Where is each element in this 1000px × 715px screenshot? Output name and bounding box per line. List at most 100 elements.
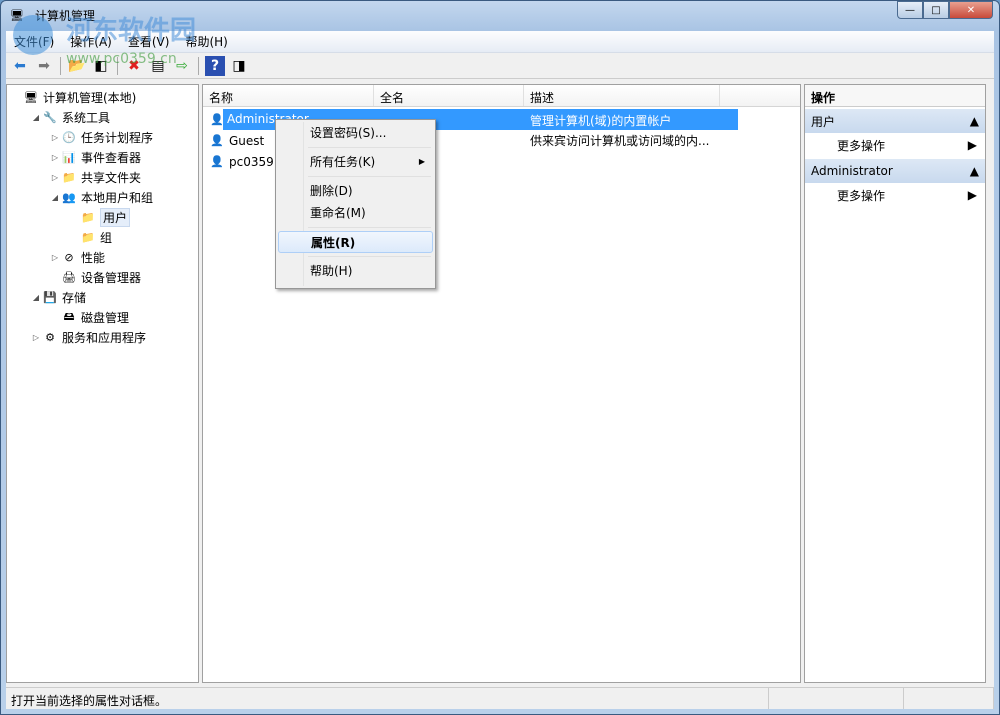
- tree-node-icon: 🖴: [61, 309, 77, 325]
- window-title: 计算机管理: [35, 7, 95, 24]
- tree-item-label: 任务计划程序: [81, 129, 153, 146]
- menu-item-set-password[interactable]: 设置密码(S)...: [278, 122, 433, 144]
- actions-title: 操作: [805, 85, 985, 107]
- collapse-icon[interactable]: ▲: [970, 164, 979, 178]
- status-text: 打开当前选择的属性对话框。: [6, 688, 769, 709]
- submenu-arrow-icon: ▶: [968, 188, 977, 202]
- menu-help[interactable]: 帮助(H): [177, 33, 235, 50]
- show-hide-action-pane-icon[interactable]: ◨: [229, 56, 249, 76]
- tree-node-icon: ⊘: [61, 249, 77, 265]
- tree-node-icon: ⚙: [42, 329, 58, 345]
- collapse-icon[interactable]: ▲: [970, 114, 979, 128]
- more-actions-administrator[interactable]: 更多操作 ▶: [805, 183, 985, 207]
- tree-item-label: 计算机管理(本地): [43, 89, 136, 106]
- expand-toggle-icon[interactable]: ▷: [30, 333, 42, 342]
- tree-item-label: 系统工具: [62, 109, 110, 126]
- tree-node-icon: 🖥: [23, 89, 39, 105]
- expand-toggle-icon[interactable]: ▷: [49, 173, 61, 182]
- menu-item-help[interactable]: 帮助(H): [278, 260, 433, 282]
- tree-node-icon: 📊: [61, 149, 77, 165]
- tree-item-label: 设备管理器: [81, 269, 141, 286]
- tree-node-icon: 💾: [42, 289, 58, 305]
- maximize-button[interactable]: □: [923, 1, 949, 19]
- menu-item-properties[interactable]: 属性(R): [278, 231, 433, 253]
- tree-item[interactable]: ▷⊘性能: [7, 247, 198, 267]
- window: 🖥 计算机管理 — □ ✕ 文件(F) 操作(A) 查看(V) 帮助(H) ⬅ …: [0, 0, 1000, 715]
- tree-item[interactable]: ◢👥本地用户和组: [7, 187, 198, 207]
- forward-icon[interactable]: ➡: [34, 56, 54, 76]
- expand-toggle-icon[interactable]: ◢: [30, 113, 42, 122]
- tree-item-label: 磁盘管理: [81, 309, 129, 326]
- minimize-button[interactable]: —: [897, 1, 923, 19]
- tree-item[interactable]: ▷🕒任务计划程序: [7, 127, 198, 147]
- tree-item[interactable]: ▷⚙服务和应用程序: [7, 327, 198, 347]
- up-folder-icon[interactable]: 📂: [67, 56, 87, 76]
- tree-item-label: 共享文件夹: [81, 169, 141, 186]
- help-icon[interactable]: ?: [205, 56, 225, 76]
- menu-item-rename[interactable]: 重命名(M): [278, 202, 433, 224]
- tree-node-icon: 📁: [61, 169, 77, 185]
- menu-bar: 文件(F) 操作(A) 查看(V) 帮助(H): [6, 31, 994, 53]
- tree-node-icon: 📁: [80, 229, 96, 245]
- tree-node-icon: 📁: [80, 209, 96, 225]
- more-actions-users[interactable]: 更多操作 ▶: [805, 133, 985, 157]
- show-hide-tree-icon[interactable]: ◧: [91, 56, 111, 76]
- tree-node-icon: 👥: [61, 189, 77, 205]
- tree-item[interactable]: ▷📁共享文件夹: [7, 167, 198, 187]
- expand-toggle-icon[interactable]: ▷: [49, 133, 61, 142]
- expand-toggle-icon[interactable]: ◢: [49, 193, 61, 202]
- menu-view[interactable]: 查看(V): [120, 33, 178, 50]
- column-name[interactable]: 名称: [203, 85, 374, 106]
- computer-management-icon: 🖥: [9, 7, 25, 23]
- tree-node-icon: 🕒: [61, 129, 77, 145]
- tree-item-label: 服务和应用程序: [62, 329, 146, 346]
- menu-file[interactable]: 文件(F): [6, 33, 62, 50]
- menu-item-delete[interactable]: 删除(D): [278, 180, 433, 202]
- toolbar: ⬅ ➡ 📂 ◧ ✖ ▤ ⇨ ? ◨: [6, 53, 994, 79]
- section-title: Administrator: [811, 164, 893, 178]
- submenu-arrow-icon: ▶: [419, 151, 425, 173]
- tree-item-label: 性能: [81, 249, 105, 266]
- tree-item-label: 组: [100, 229, 112, 246]
- tree-item-label: 事件查看器: [81, 149, 141, 166]
- tree-pane: 🖥计算机管理(本地)◢🔧系统工具▷🕒任务计划程序▷📊事件查看器▷📁共享文件夹◢👥…: [6, 84, 199, 683]
- submenu-arrow-icon: ▶: [968, 138, 977, 152]
- tree-item-label: 用户: [100, 208, 130, 227]
- user-icon: 👤: [209, 154, 225, 170]
- user-name: pc0359: [229, 155, 274, 169]
- tree-item[interactable]: 🖨设备管理器: [7, 267, 198, 287]
- user-icon: 👤: [209, 133, 225, 149]
- tree-item[interactable]: 🖥计算机管理(本地): [7, 87, 198, 107]
- user-description: 管理计算机(域)的内置帐户: [524, 109, 720, 130]
- tree-item[interactable]: ◢🔧系统工具: [7, 107, 198, 127]
- context-menu: 设置密码(S)... 所有任务(K) ▶ 删除(D) 重命名(M) 属性(R) 帮…: [275, 119, 436, 289]
- tree-item[interactable]: 📁组: [7, 227, 198, 247]
- delete-icon[interactable]: ✖: [124, 56, 144, 76]
- tree-item[interactable]: 🖴磁盘管理: [7, 307, 198, 327]
- more-actions-label: 更多操作: [837, 137, 885, 154]
- column-description[interactable]: 描述: [524, 85, 720, 106]
- column-fullname[interactable]: 全名: [374, 85, 524, 106]
- user-description: 供来宾访问计算机或访问域的内...: [524, 132, 720, 149]
- expand-toggle-icon[interactable]: ▷: [49, 153, 61, 162]
- menu-action[interactable]: 操作(A): [62, 33, 120, 50]
- expand-toggle-icon[interactable]: ◢: [30, 293, 42, 302]
- tree-item[interactable]: ▷📊事件查看器: [7, 147, 198, 167]
- back-icon[interactable]: ⬅: [10, 56, 30, 76]
- expand-toggle-icon[interactable]: ▷: [49, 253, 61, 262]
- tree-node-icon: 🔧: [42, 109, 58, 125]
- actions-pane: 操作 用户▲ 更多操作 ▶ Administrator ▲ 更多操作 ▶: [804, 84, 986, 683]
- all-tasks-label: 所有任务(K): [310, 155, 375, 169]
- export-list-icon[interactable]: ⇨: [172, 56, 192, 76]
- menu-item-all-tasks[interactable]: 所有任务(K) ▶: [278, 151, 433, 173]
- tree-item-label: 存储: [62, 289, 86, 306]
- tree-item[interactable]: ◢💾存储: [7, 287, 198, 307]
- close-button[interactable]: ✕: [949, 1, 993, 19]
- properties-icon[interactable]: ▤: [148, 56, 168, 76]
- tree-item[interactable]: 📁用户: [7, 207, 198, 227]
- actions-section-users[interactable]: 用户▲: [805, 109, 985, 133]
- status-bar: 打开当前选择的属性对话框。: [6, 687, 994, 709]
- actions-section-administrator[interactable]: Administrator ▲: [805, 159, 985, 183]
- more-actions-label: 更多操作: [837, 187, 885, 204]
- tree-item-label: 本地用户和组: [81, 189, 153, 206]
